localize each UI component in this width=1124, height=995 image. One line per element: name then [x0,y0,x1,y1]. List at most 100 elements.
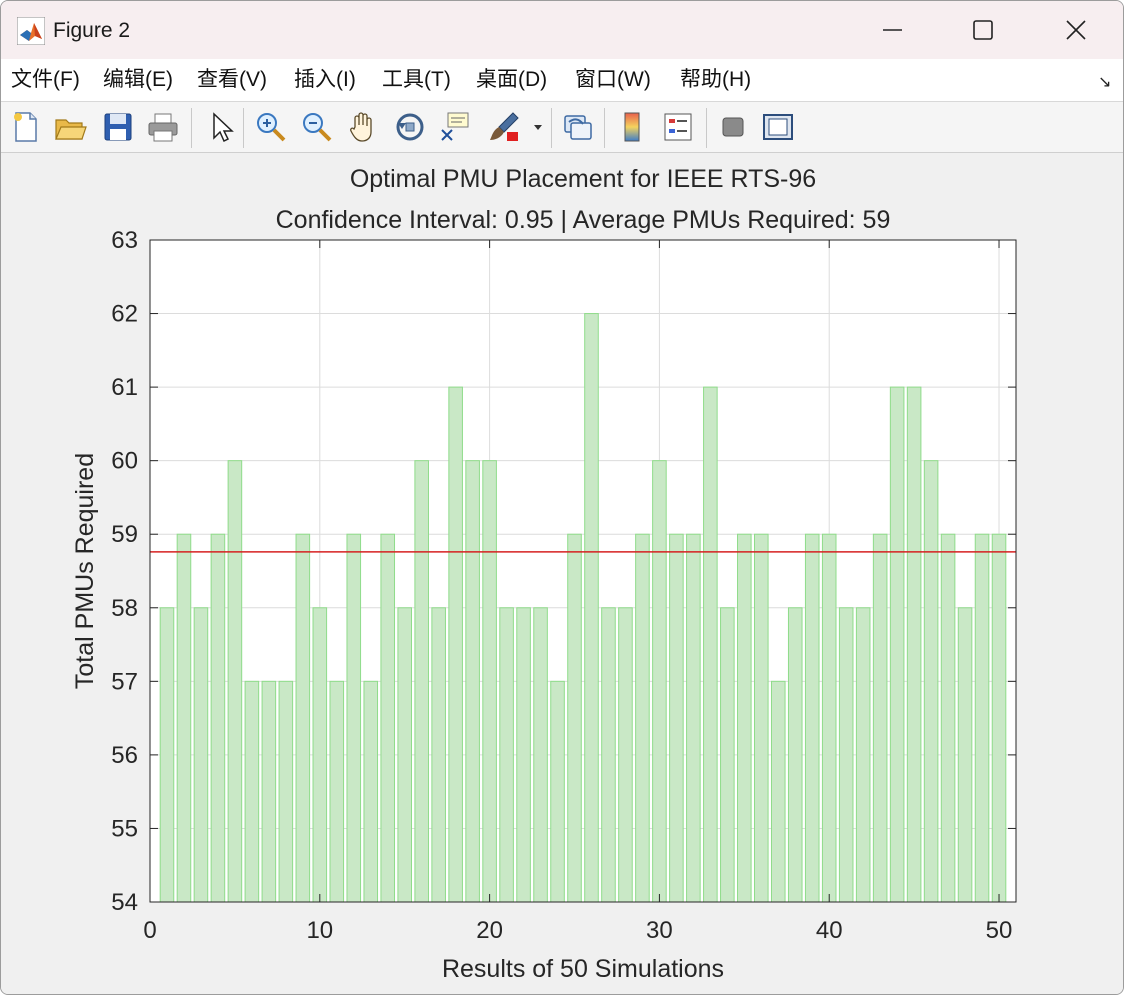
bar [821,533,837,903]
bar [227,460,243,903]
bar [533,607,548,903]
menu-insert[interactable]: 插入(I) [294,67,356,93]
minimize-icon [883,29,902,31]
y-tick-label: 54 [111,889,138,916]
rotate-3d-icon[interactable] [393,110,427,144]
menu-edit[interactable]: 编辑(E) [103,67,173,93]
menu-tools[interactable]: 工具(T) [382,67,451,93]
print-icon[interactable] [146,110,180,144]
menu-desktop[interactable]: 桌面(D) [476,67,547,93]
menu-help[interactable]: 帮助(H) [680,67,751,93]
bar [312,607,328,903]
bar [703,386,718,903]
maximize-button[interactable] [953,9,1013,51]
data-cursor-icon[interactable] [438,110,472,144]
bar [465,460,480,903]
bar [193,607,209,903]
colorbar-icon[interactable] [615,110,649,144]
new-figure-icon[interactable] [9,110,43,144]
bar [889,386,905,903]
bar [754,533,769,903]
bar [499,607,514,903]
bar [770,680,786,903]
bar [210,533,226,903]
toolbar-separator [191,108,192,148]
bar [923,460,939,903]
bar [804,533,820,903]
bar [261,680,277,903]
y-tick-label: 55 [111,815,138,842]
open-file-icon[interactable] [53,110,87,144]
bar [244,680,260,903]
x-tick-label: 40 [816,917,843,944]
bar [787,607,803,903]
figure-toolbar [1,102,1123,153]
x-tick-label: 30 [646,917,673,944]
toolbar-separator [706,108,707,148]
bar [516,607,531,903]
y-tick-label: 56 [111,742,138,769]
hide-plot-tools-icon[interactable] [716,110,750,144]
bar [431,607,446,903]
y-tick-label: 60 [111,448,138,475]
y-tick-label: 63 [111,227,138,254]
pointer-icon[interactable] [204,110,238,144]
bar [957,607,973,903]
bar [991,533,1007,903]
menu-view[interactable]: 查看(V) [197,67,267,93]
figure-canvas[interactable]: 54 55 56 57 58 59 60 61 62 63 0 10 20 30 40 50 Optimal … [1,153,1123,994]
chart-title: Optimal PMU Placement for IEEE RTS-96 [350,165,816,193]
bar-chart[interactable]: 54 55 56 57 58 59 60 61 62 63 0 10 20 30 40 50 Optimal … [1,153,1123,994]
bar [346,533,362,903]
chart-subtitle: Confidence Interval: 0.95 | Average PMUs… [276,206,891,234]
close-button[interactable] [1046,9,1106,51]
x-tick-label: 0 [143,917,156,944]
bar [159,607,175,903]
toolbar-separator [604,108,605,148]
legend-icon[interactable] [661,110,695,144]
window-title: Figure 2 [53,19,131,42]
bar [940,533,956,903]
title-bar[interactable]: Figure 2 [1,1,1123,59]
dropdown-arrow-icon[interactable] [531,110,545,144]
y-tick-label: 61 [111,374,138,401]
bar [329,680,345,903]
bar [838,607,854,903]
bar [601,607,616,903]
pan-hand-icon[interactable] [346,110,380,144]
y-tick-label: 57 [111,668,138,695]
bar [380,533,396,903]
zoom-in-icon[interactable] [254,110,288,144]
bar [567,533,582,903]
menu-file[interactable]: 文件(F) [11,67,80,93]
matlab-icon [17,17,45,45]
bar [855,607,871,903]
bar [176,533,192,903]
bar [872,533,888,903]
bar [720,607,735,903]
zoom-out-icon[interactable] [300,110,334,144]
bar [550,680,565,903]
bar [414,460,429,903]
bar [686,533,701,903]
figure-window: Figure 2 文件(F) 编辑(E) 查看(V) 插入(I) 工具(T) 桌… [0,0,1124,995]
bar [635,533,650,903]
minimize-button[interactable] [863,9,923,51]
menu-window[interactable]: 窗口(W) [575,67,651,93]
link-plot-icon[interactable] [561,110,595,144]
undock-arrow-icon[interactable]: ↘ [1098,72,1111,92]
y-tick-label: 58 [111,595,138,622]
save-icon[interactable] [101,110,135,144]
show-plot-tools-icon[interactable] [761,110,795,144]
bar [363,680,379,903]
x-tick-label: 50 [986,917,1013,944]
x-tick-label: 20 [476,917,503,944]
toolbar-separator [243,108,244,148]
y-axis-label: Total PMUs Required [71,453,99,689]
menu-bar: 文件(F) 编辑(E) 查看(V) 插入(I) 工具(T) 桌面(D) 窗口(W… [1,59,1123,102]
bar [652,460,667,903]
y-tick-label: 59 [111,521,138,548]
brush-icon[interactable] [487,110,521,144]
bar [618,607,633,903]
bar [974,533,990,903]
